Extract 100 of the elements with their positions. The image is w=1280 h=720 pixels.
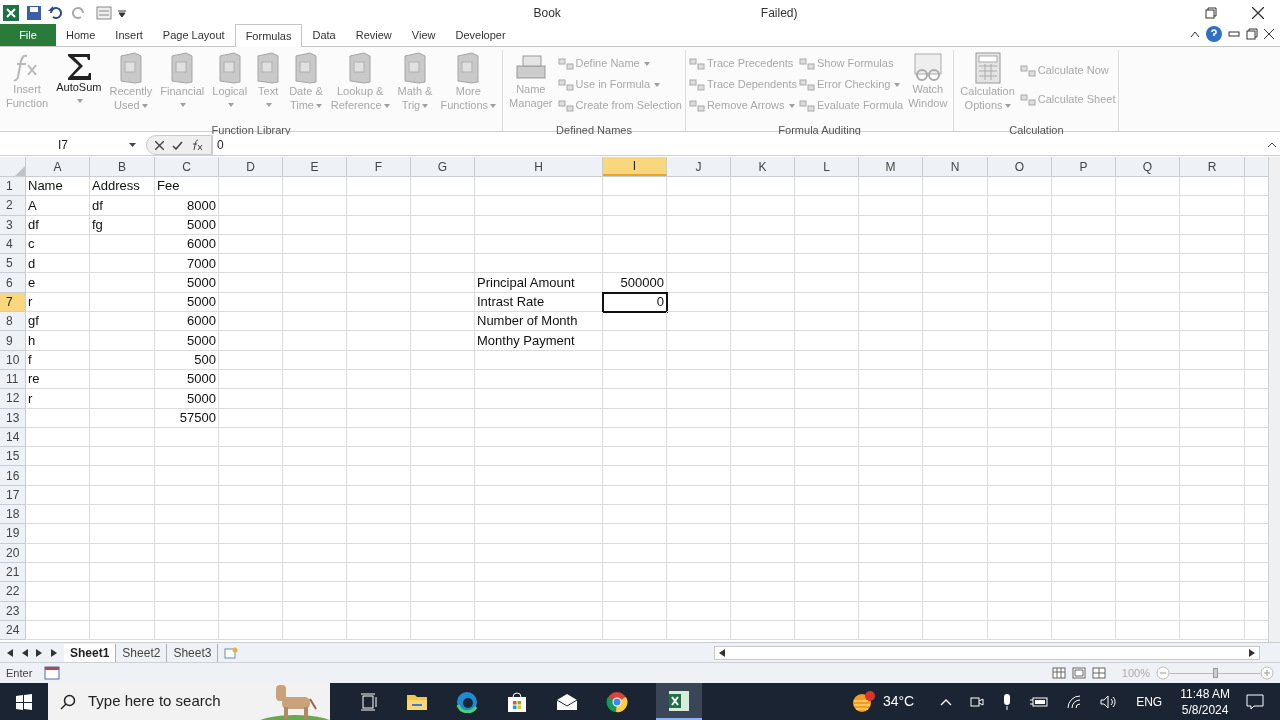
table-cell[interactable]: 500000 [603, 273, 667, 293]
table-cell[interactable] [1116, 562, 1180, 583]
table-cell[interactable] [90, 620, 155, 641]
battery-icon[interactable] [1030, 695, 1049, 708]
table-cell[interactable] [1116, 427, 1180, 448]
column-header[interactable]: D [219, 157, 283, 176]
table-cell[interactable] [411, 524, 475, 544]
table-cell[interactable] [475, 427, 603, 448]
table-cell[interactable] [1052, 543, 1116, 563]
table-cell[interactable] [475, 582, 603, 602]
table-cell[interactable] [795, 234, 859, 255]
macro-icon[interactable] [44, 666, 61, 680]
table-cell[interactable] [988, 427, 1052, 448]
table-cell[interactable] [988, 485, 1052, 506]
table-cell[interactable] [90, 389, 155, 409]
table-cell[interactable] [923, 427, 988, 448]
table-cell[interactable] [26, 620, 90, 641]
table-cell[interactable] [731, 543, 795, 563]
table-cell[interactable] [90, 312, 155, 332]
table-cell[interactable] [988, 389, 1052, 409]
table-cell[interactable] [475, 466, 603, 486]
table-cell[interactable] [923, 466, 988, 486]
table-cell[interactable] [859, 273, 923, 293]
table-cell[interactable] [795, 331, 859, 351]
function-icon[interactable] [191, 139, 203, 151]
column-header[interactable]: Q [1116, 157, 1180, 176]
table-cell[interactable] [731, 582, 795, 602]
table-cell[interactable] [475, 601, 603, 621]
table-cell[interactable] [1116, 234, 1180, 255]
table-cell[interactable] [283, 292, 347, 313]
ribbon-tab[interactable]: Insert [105, 24, 153, 46]
table-cell[interactable] [923, 350, 988, 370]
row-header[interactable]: 12 [0, 389, 26, 409]
table-cell[interactable] [795, 254, 859, 274]
column-header[interactable]: F [347, 157, 411, 176]
table-cell[interactable] [988, 562, 1052, 583]
table-cell[interactable] [411, 447, 475, 467]
ribbon-tab[interactable]: Home [56, 24, 106, 46]
volume-icon[interactable] [1100, 694, 1119, 709]
row-header[interactable]: 2 [0, 196, 26, 216]
table-cell[interactable]: 5000 [155, 331, 219, 351]
table-cell[interactable] [219, 273, 283, 293]
table-cell[interactable] [411, 254, 475, 274]
table-cell[interactable] [475, 389, 603, 409]
table-cell[interactable] [411, 427, 475, 448]
table-cell[interactable] [603, 485, 667, 506]
table-cell[interactable] [988, 466, 1052, 486]
cancel-icon[interactable] [155, 140, 164, 150]
column-header[interactable]: B [90, 157, 155, 176]
table-cell[interactable] [923, 601, 988, 621]
table-cell[interactable] [90, 234, 155, 255]
table-cell[interactable] [219, 408, 283, 428]
table-cell[interactable] [155, 620, 219, 641]
table-cell[interactable] [347, 389, 411, 409]
table-cell[interactable] [283, 447, 347, 467]
table-cell[interactable] [603, 389, 667, 409]
table-cell[interactable]: df [26, 215, 90, 235]
table-cell[interactable] [155, 466, 219, 486]
table-cell[interactable]: d [26, 254, 90, 274]
table-cell[interactable] [731, 389, 795, 409]
table-cell[interactable] [1116, 389, 1180, 409]
row-header[interactable]: 22 [0, 582, 26, 602]
table-cell[interactable] [411, 292, 475, 313]
table-cell[interactable] [219, 543, 283, 563]
table-cell[interactable] [923, 196, 988, 216]
microphone-icon[interactable] [1002, 693, 1013, 710]
table-cell[interactable] [283, 331, 347, 351]
restore-icon[interactable] [1205, 6, 1217, 19]
table-cell[interactable] [603, 331, 667, 351]
table-cell[interactable] [283, 485, 347, 506]
table-cell[interactable] [923, 543, 988, 563]
table-cell[interactable] [283, 254, 347, 274]
enter-icon[interactable] [172, 140, 183, 150]
table-cell[interactable] [731, 447, 795, 467]
table-cell[interactable] [1180, 254, 1245, 274]
table-cell[interactable] [26, 562, 90, 583]
row-header[interactable]: 15 [0, 447, 26, 467]
column-header[interactable]: R [1180, 157, 1245, 176]
table-cell[interactable] [283, 601, 347, 621]
table-cell[interactable] [795, 273, 859, 293]
table-cell[interactable] [923, 485, 988, 506]
table-cell[interactable] [923, 331, 988, 351]
table-cell[interactable] [411, 369, 475, 390]
ribbon-tab[interactable]: View [401, 24, 446, 46]
table-cell[interactable] [411, 215, 475, 235]
table-cell[interactable] [603, 466, 667, 486]
table-cell[interactable] [347, 408, 411, 428]
table-cell[interactable] [795, 389, 859, 409]
table-cell[interactable] [603, 524, 667, 544]
table-cell[interactable] [988, 369, 1052, 390]
table-cell[interactable] [923, 582, 988, 602]
table-cell[interactable] [26, 524, 90, 544]
table-cell[interactable] [219, 427, 283, 448]
table-cell[interactable] [155, 601, 219, 621]
row-header[interactable]: 7 [0, 292, 26, 313]
search-field[interactable]: Type here to search [48, 683, 330, 720]
sheet-tab[interactable]: Sheet3 [167, 643, 219, 662]
table-cell[interactable] [283, 562, 347, 583]
new-sheet-icon[interactable] [224, 646, 239, 659]
table-cell[interactable] [1116, 466, 1180, 486]
